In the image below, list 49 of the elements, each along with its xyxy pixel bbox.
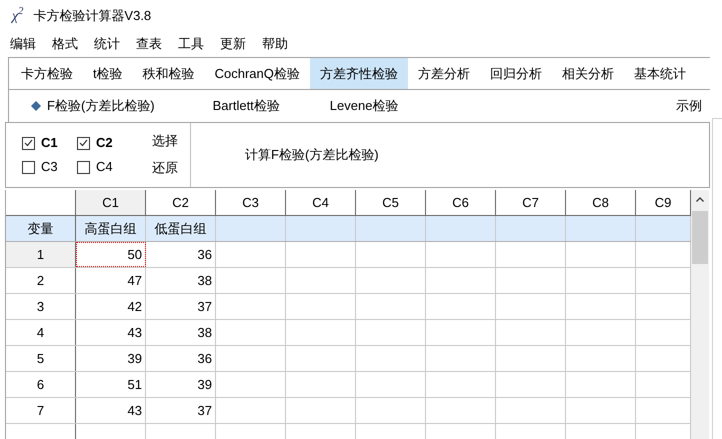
- variable-name: 低蛋白组: [154, 220, 206, 238]
- table-cell-text: 47: [128, 272, 142, 290]
- table-cell-text: 42: [128, 298, 142, 316]
- app-icon: χ$^{2}$: [12, 6, 24, 26]
- select-button[interactable]: 选择: [152, 130, 178, 150]
- checkbox-label: C4: [96, 158, 113, 176]
- table-cell-text: 51: [128, 376, 142, 394]
- table-cell-text: 43: [128, 402, 142, 420]
- menu-item[interactable]: 格式: [52, 34, 78, 54]
- tab[interactable]: 方差齐性检验: [310, 58, 408, 89]
- subtab[interactable]: Levene检验: [330, 96, 398, 116]
- column-header[interactable]: C1: [76, 190, 146, 215]
- menu-item[interactable]: 更新: [220, 34, 246, 54]
- menu-item[interactable]: 工具: [178, 34, 204, 54]
- table-cell-text: 39: [128, 350, 142, 368]
- table-cell-text: 36: [198, 246, 212, 264]
- subtab[interactable]: F检验(方差比检验): [31, 96, 155, 116]
- table-cell-text: 43: [128, 324, 142, 342]
- checkbox[interactable]: [77, 136, 90, 150]
- row-header[interactable]: 1: [6, 242, 76, 267]
- table-cell-text: 38: [198, 272, 212, 290]
- caret-up-icon: [696, 197, 704, 202]
- table-cell-text: 37: [198, 298, 212, 316]
- table-cell-text: 38: [198, 324, 212, 342]
- select-button[interactable]: 还原: [152, 158, 178, 178]
- diamond-icon: [31, 101, 41, 111]
- checkbox[interactable]: [22, 160, 35, 174]
- menu-item[interactable]: 统计: [94, 34, 120, 54]
- calculate-button[interactable]: 计算F检验(方差比检验): [245, 145, 379, 165]
- subtab[interactable]: Bartlett检验: [212, 96, 280, 116]
- menu-item[interactable]: 帮助: [262, 34, 288, 54]
- checkmark-icon: [79, 139, 88, 147]
- variable-name: 高蛋白组: [84, 220, 136, 238]
- table-cell-text: 39: [198, 376, 212, 394]
- table-cell-text: 36: [198, 350, 212, 368]
- checkbox[interactable]: [22, 136, 35, 150]
- checkbox-label: C2: [96, 134, 113, 152]
- example-link[interactable]: 示例: [676, 96, 702, 116]
- checkbox[interactable]: [77, 160, 90, 174]
- checkbox-label: C3: [41, 158, 58, 176]
- scrollbar-thumb[interactable]: [692, 211, 708, 264]
- menu-item[interactable]: 查表: [136, 34, 162, 54]
- scrollbar[interactable]: [691, 190, 709, 439]
- checkbox-label: C1: [41, 134, 58, 152]
- window-title: 卡方检验计算器V3.8: [33, 7, 152, 26]
- menu-item[interactable]: 编辑: [10, 34, 36, 54]
- table-cell-text: 37: [198, 402, 212, 420]
- checkmark-icon: [24, 139, 33, 147]
- table-cell-text: 50: [128, 246, 142, 264]
